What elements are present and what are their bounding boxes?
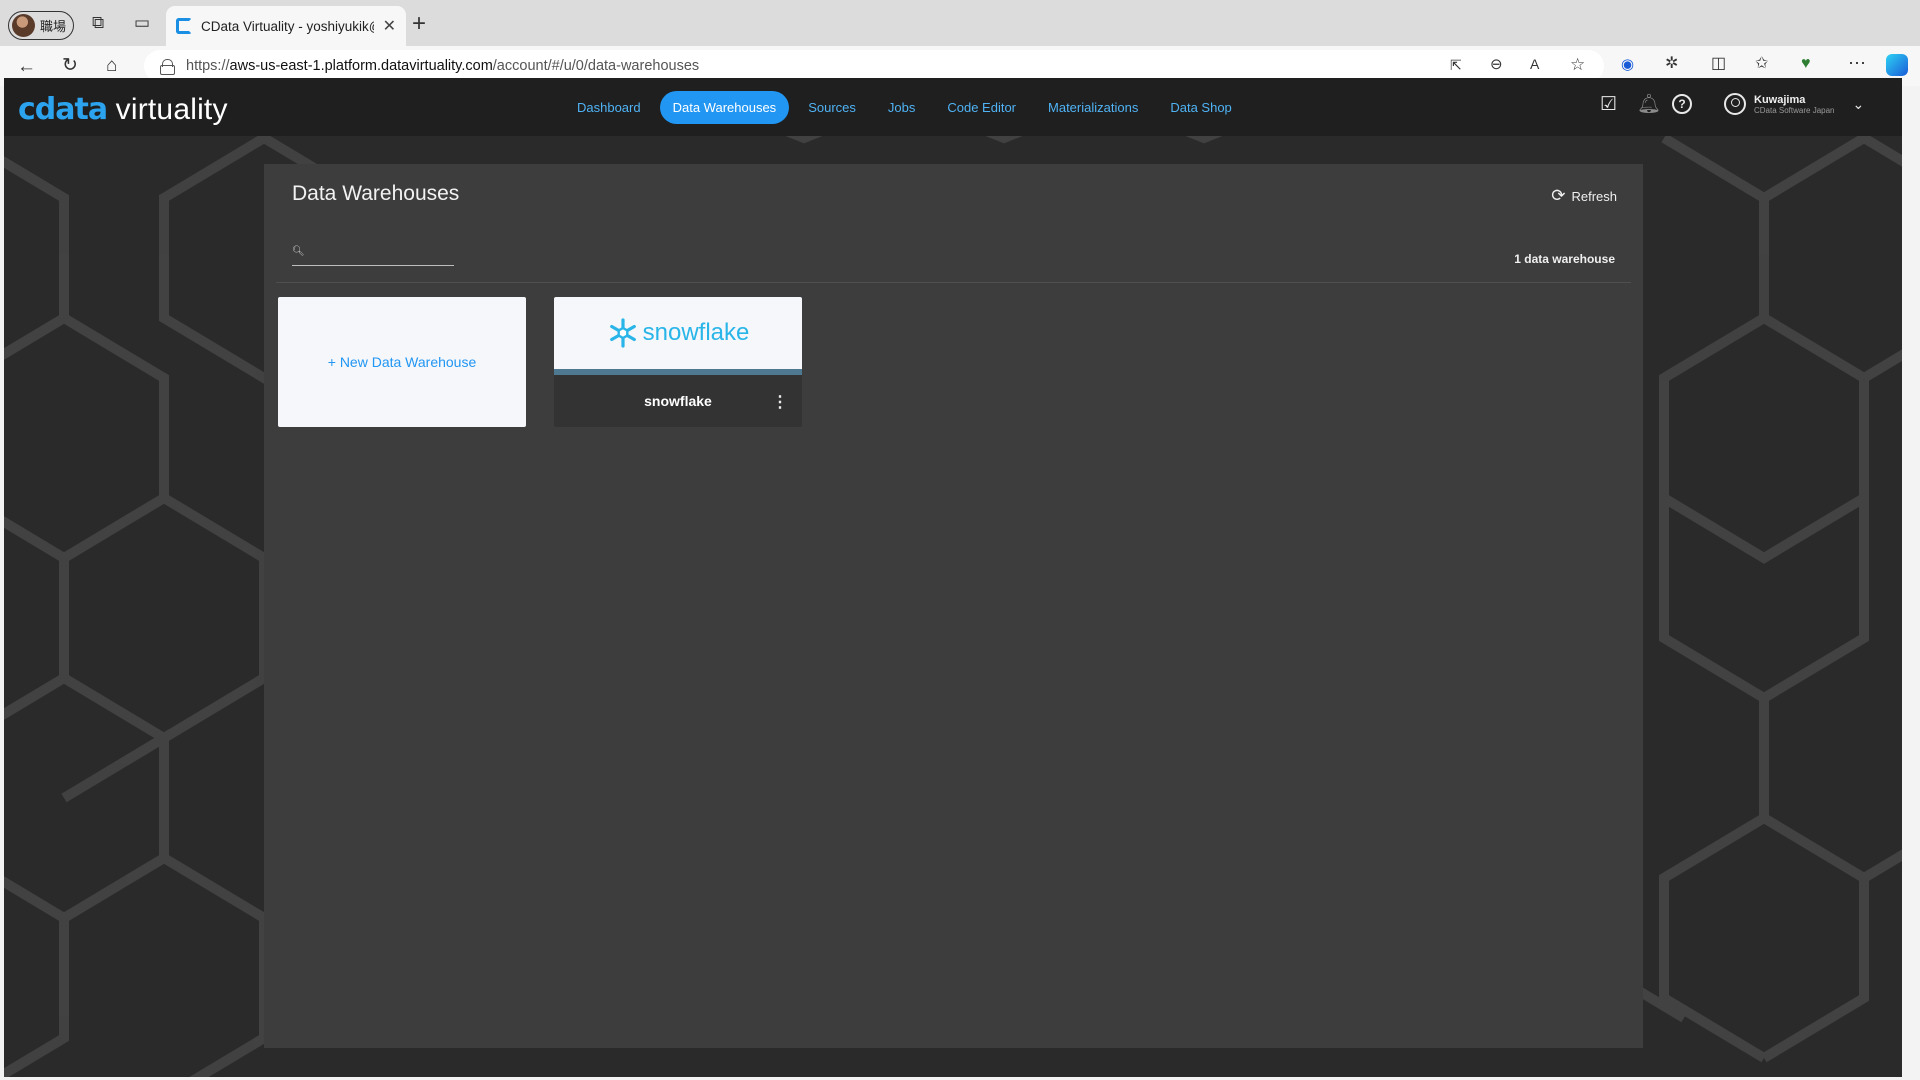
zoom-out-icon[interactable]: ⊖ [1490,57,1503,72]
workspaces-icon[interactable]: ⧉ [92,14,104,31]
user-org: CData Software Japan [1754,105,1835,115]
password-extension-icon[interactable]: ◉ [1621,57,1634,72]
new-data-warehouse-label: + New Data Warehouse [327,354,477,370]
app-header: cdata virtuality Dashboard Data Warehous… [4,78,1902,136]
lock-icon [160,59,175,75]
snowflake-icon [609,318,636,348]
nav-jobs[interactable]: Jobs [875,91,928,124]
back-arrow-icon[interactable]: ← [17,57,36,76]
divider [276,282,1631,283]
snowflake-logo-text: snowflake [642,319,750,346]
reload-icon[interactable]: ↻ [62,56,78,75]
refresh-button[interactable]: ⟳ Refresh [1551,186,1617,206]
nav-dashboard[interactable]: Dashboard [564,91,654,124]
copilot-icon[interactable] [1886,54,1908,76]
vertical-tabs-icon[interactable]: ▭ [134,14,150,31]
new-data-warehouse-card[interactable]: + New Data Warehouse [278,297,526,427]
favorites-icon[interactable]: ✩ [1755,56,1768,72]
page-title: Data Warehouses [292,182,460,205]
refresh-icon: ⟳ [1551,186,1566,205]
url-path: /account/#/u/0/data-warehouses [492,58,700,74]
warehouse-count: 1 data warehouse [1514,252,1615,266]
profile-avatar [12,14,35,37]
more-menu-icon[interactable]: ⋯ [1848,54,1866,72]
cdata-favicon-icon [176,18,192,34]
nav-code-editor[interactable]: Code Editor [934,91,1029,124]
user-menu[interactable]: Kuwajima CData Software Japan ⌄ [1724,93,1864,115]
main-nav: Dashboard Data Warehouses Sources Jobs C… [564,91,1245,124]
user-name: Kuwajima [1754,93,1806,106]
refresh-label: Refresh [1571,188,1617,204]
tab-title: CData Virtuality - yoshiyukik@ [201,18,374,34]
browser-tab-strip: 職場 ⧉ ▭ CData Virtuality - yoshiyukik@ ✕ … [0,0,1920,46]
nav-data-warehouses[interactable]: Data Warehouses [659,91,790,124]
logo-brand: cdata [18,92,108,127]
browser-profile-button[interactable]: 職場 [8,11,74,40]
search-icon: 🔍︎ [292,246,305,257]
url-scheme: https:// [186,58,230,74]
extensions-icon[interactable]: ✲ [1665,56,1678,72]
favorite-star-icon[interactable]: ☆ [1570,56,1585,73]
search-input[interactable]: 🔍︎ [292,242,454,266]
new-tab-button[interactable]: + [412,10,426,38]
cdata-virtuality-logo[interactable]: cdata virtuality [18,92,228,127]
app-viewport: cdata virtuality Dashboard Data Warehous… [4,78,1902,1077]
tab-close-icon[interactable]: ✕ [383,16,396,36]
read-aloud-icon[interactable]: A [1530,57,1539,71]
home-icon[interactable]: ⌂ [106,56,117,75]
chevron-down-icon[interactable]: ⌄ [1853,96,1865,113]
warehouse-card-snowflake[interactable]: snowflake snowflake ⋮ [554,297,802,427]
profile-label: 職場 [40,19,67,34]
data-warehouses-panel: Data Warehouses ⟳ Refresh 🔍︎ 1 data ware… [264,164,1643,1048]
notifications-bell-icon[interactable]: 🔔︎ [1637,95,1661,114]
tasks-checkbox-icon[interactable]: ☑ [1600,95,1617,114]
browser-essentials-icon[interactable]: ♥ [1801,56,1811,72]
nav-materializations[interactable]: Materializations [1035,91,1151,124]
logo-product: virtuality [115,93,228,126]
snowflake-logo: snowflake [554,297,802,369]
account-circle-icon [1724,93,1746,115]
url-host: aws-us-east-1.platform.datavirtuality.co… [229,58,493,74]
browser-tab-active[interactable]: CData Virtuality - yoshiyukik@ ✕ [166,6,406,46]
split-screen-icon[interactable]: ◫ [1711,56,1726,72]
open-in-app-icon[interactable]: ⇱ [1450,58,1462,72]
nav-sources[interactable]: Sources [795,91,869,124]
card-accent-bar [554,369,802,375]
nav-data-shop[interactable]: Data Shop [1157,91,1244,124]
kebab-menu-icon[interactable]: ⋮ [772,392,788,412]
warehouse-name: snowflake [644,393,712,409]
help-icon[interactable]: ? [1672,94,1692,114]
